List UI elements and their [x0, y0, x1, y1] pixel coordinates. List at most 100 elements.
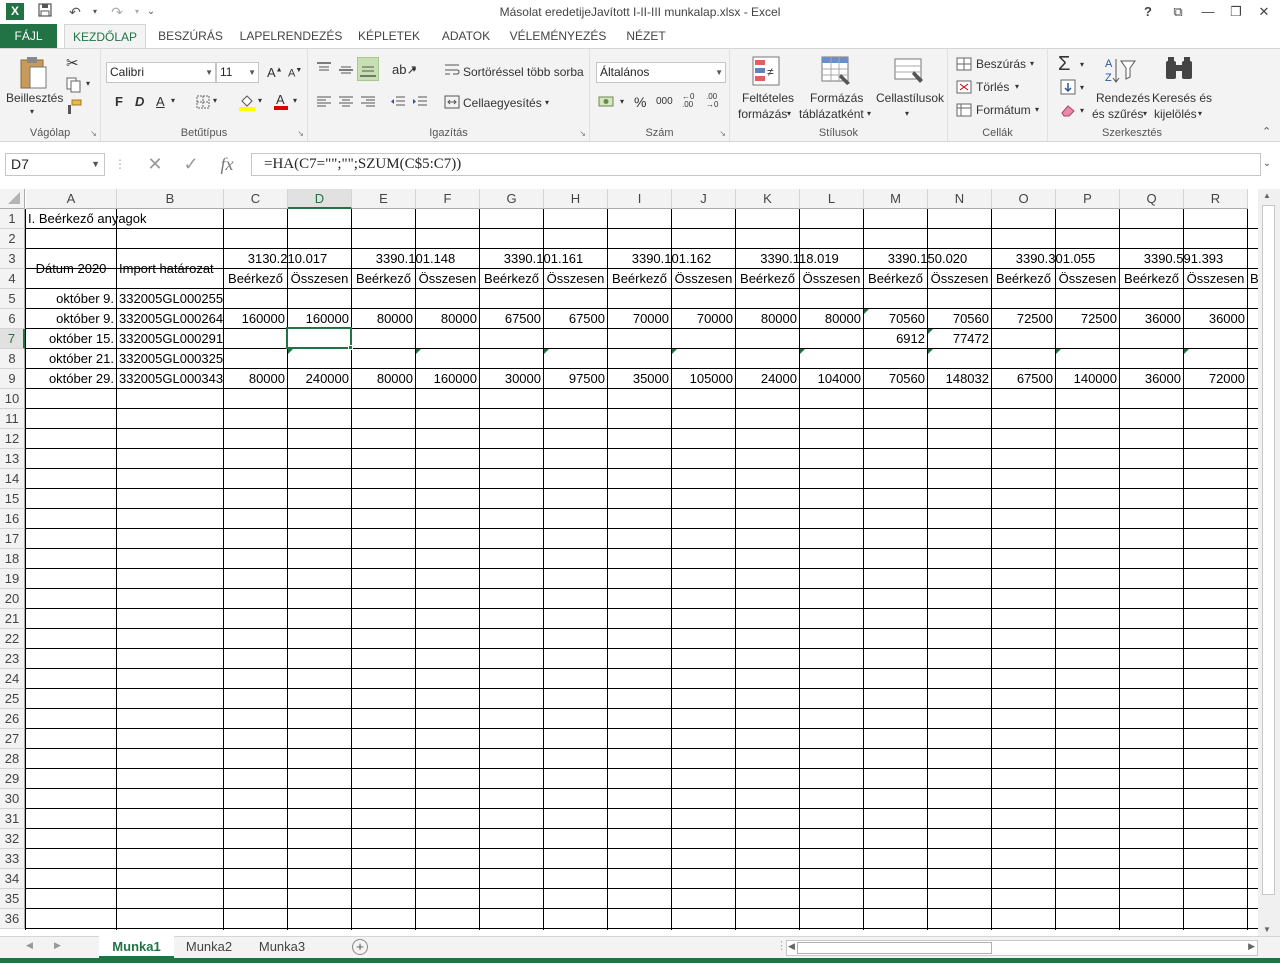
cell-b3-import-header[interactable]: Import határozat	[117, 259, 223, 279]
delete-cells-button[interactable]: Törlés	[976, 80, 1009, 94]
cell-j9[interactable]: 105000	[672, 369, 735, 389]
find-select-label-1[interactable]: Keresés és	[1152, 91, 1212, 105]
account-header-8[interactable]: 3390.591.393	[1120, 249, 1247, 269]
find-select-label-2[interactable]: kijelölés	[1154, 107, 1197, 121]
account-header-5[interactable]: 3390.118.019	[736, 249, 863, 269]
tab-insert[interactable]: BESZÚRÁS	[153, 24, 228, 49]
ribbon-display-options-icon[interactable]: ⧉	[1164, 2, 1192, 22]
align-middle-icon[interactable]	[338, 61, 354, 80]
sheet-tab-munka3[interactable]: Munka3	[247, 936, 317, 958]
cell-a7[interactable]: október 15.	[26, 329, 116, 349]
name-box[interactable]: D7 ▼	[5, 153, 105, 176]
col-header-h[interactable]: H	[544, 189, 608, 209]
accounting-format-icon[interactable]	[598, 95, 616, 112]
row-header-32[interactable]: 32	[0, 829, 25, 849]
col-header-i[interactable]: I	[608, 189, 672, 209]
sub-header-incoming[interactable]: Beérkező	[1120, 269, 1183, 289]
tab-home[interactable]: KEZDŐLAP	[64, 24, 146, 49]
col-header-r[interactable]: R	[1184, 189, 1248, 209]
row-header-14[interactable]: 14	[0, 469, 25, 489]
dialog-launcher-icon[interactable]: ↘	[719, 129, 726, 138]
active-cell-selection[interactable]	[286, 327, 352, 349]
font-color-icon[interactable]: A	[274, 92, 288, 113]
cell-j6[interactable]: 70000	[672, 309, 735, 329]
scroll-left-icon[interactable]: ◀	[788, 941, 795, 952]
format-dropdown-icon[interactable]: ▾	[1035, 105, 1039, 114]
sum-dropdown-icon[interactable]: ▾	[1080, 60, 1084, 69]
fill-color-icon[interactable]	[239, 93, 255, 114]
row-header-10[interactable]: 10	[0, 389, 25, 409]
expand-formula-bar-icon[interactable]: ⌄	[1258, 153, 1276, 176]
conditional-format-label-2[interactable]: formázás	[738, 107, 787, 121]
font-size-combo[interactable]: 11 ▼	[216, 62, 259, 83]
paste-button[interactable]: Beillesztés	[6, 91, 63, 105]
col-header-p[interactable]: P	[1056, 189, 1120, 209]
row-header-15[interactable]: 15	[0, 489, 25, 509]
format-painter-icon[interactable]	[66, 99, 82, 118]
cell-m7[interactable]: 6912	[864, 329, 927, 349]
row-header-16[interactable]: 16	[0, 509, 25, 529]
format-as-table-label-2[interactable]: táblázatként	[799, 107, 864, 121]
account-header-7[interactable]: 3390.301.055	[992, 249, 1119, 269]
cell-b8[interactable]: 332005GL000325	[117, 349, 223, 369]
cell-h6[interactable]: 67500	[544, 309, 607, 329]
number-format-combo[interactable]: Általános ▼	[596, 62, 726, 83]
col-header-b[interactable]: B	[117, 189, 224, 209]
account-header-3[interactable]: 3390.101.161	[480, 249, 607, 269]
sheet-tab-munka2[interactable]: Munka2	[175, 936, 243, 958]
account-header-2[interactable]: 3390.101.148	[352, 249, 479, 269]
copy-icon[interactable]	[66, 77, 82, 96]
find-select-dropdown-icon[interactable]: ▾	[1198, 109, 1202, 118]
row-header-36[interactable]: 36	[0, 909, 25, 929]
row-header-18[interactable]: 18	[0, 549, 25, 569]
col-header-j[interactable]: J	[672, 189, 736, 209]
merge-icon[interactable]	[444, 95, 460, 112]
col-header-c[interactable]: C	[224, 189, 288, 209]
row-header-34[interactable]: 34	[0, 869, 25, 889]
cell-p6[interactable]: 72500	[1056, 309, 1119, 329]
row-header-21[interactable]: 21	[0, 609, 25, 629]
sub-header-incoming[interactable]: Beérkező	[736, 269, 799, 289]
col-header-e[interactable]: E	[352, 189, 416, 209]
conditional-format-dropdown-icon[interactable]: ▾	[787, 109, 791, 118]
row-header-5[interactable]: 5	[0, 289, 25, 309]
italic-button[interactable]: D	[135, 94, 144, 109]
format-as-table-dropdown-icon[interactable]: ▾	[867, 109, 871, 118]
dialog-launcher-icon[interactable]: ↘	[297, 129, 304, 138]
cell-l9[interactable]: 104000	[800, 369, 863, 389]
col-header-d[interactable]: D	[288, 189, 352, 209]
find-icon[interactable]	[1163, 55, 1195, 90]
thousands-separator-button[interactable]: 000	[656, 96, 673, 107]
cell-p9[interactable]: 140000	[1056, 369, 1119, 389]
cell-b7[interactable]: 332005GL000291	[117, 329, 223, 349]
row-header-3[interactable]: 3	[0, 249, 25, 269]
row-header-6[interactable]: 6	[0, 309, 25, 329]
clear-icon[interactable]	[1060, 103, 1076, 120]
align-top-icon[interactable]	[316, 61, 332, 80]
cell-e6[interactable]: 80000	[352, 309, 415, 329]
font-color-dropdown-icon[interactable]: ▾	[293, 96, 297, 105]
row-header-28[interactable]: 28	[0, 749, 25, 769]
underline-button[interactable]: A	[156, 94, 165, 109]
sort-filter-dropdown-icon[interactable]: ▾	[1143, 109, 1147, 118]
cell-n9[interactable]: 148032	[928, 369, 991, 389]
col-header-k[interactable]: K	[736, 189, 800, 209]
orientation-dropdown-icon[interactable]: ▾	[412, 65, 416, 74]
sheet-tab-munka1[interactable]: Munka1	[99, 936, 174, 958]
cell-a1[interactable]: I. Beérkező anyagok	[26, 209, 147, 229]
cell-styles-icon[interactable]	[894, 56, 924, 89]
row-header-4[interactable]: 4	[0, 269, 25, 289]
accounting-dropdown-icon[interactable]: ▾	[620, 97, 624, 106]
cell-styles-button[interactable]: Cellastílusok	[876, 91, 944, 105]
borders-dropdown-icon[interactable]: ▾	[213, 96, 217, 105]
row-header-33[interactable]: 33	[0, 849, 25, 869]
align-center-icon[interactable]	[338, 95, 354, 112]
cell-styles-dropdown-icon[interactable]: ▾	[905, 109, 909, 118]
percent-button[interactable]: %	[634, 94, 646, 110]
align-left-icon[interactable]	[316, 95, 332, 112]
next-sheet-icon[interactable]: ▶	[54, 940, 61, 951]
sub-header-incoming[interactable]: Beérkező	[224, 269, 287, 289]
sub-header-total[interactable]: Összesen	[928, 269, 991, 289]
minimize-button[interactable]: —	[1194, 2, 1222, 22]
scroll-down-icon[interactable]: ▼	[1263, 925, 1271, 934]
